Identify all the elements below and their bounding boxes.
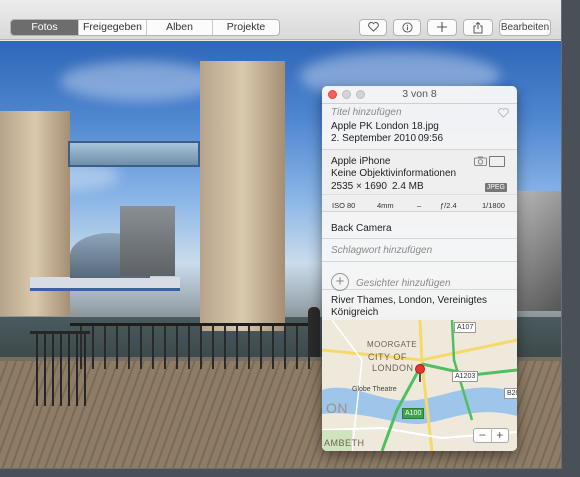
info-icon (401, 22, 413, 33)
camera-icon (474, 156, 487, 166)
view-segmented-control: Fotos Freigegeben Alben Projekte (10, 19, 280, 36)
info-panel: 3 von 8 Titel hinzufügen Apple PK London… (322, 86, 517, 451)
album-section: Back Camera (322, 217, 517, 239)
add-button[interactable] (427, 19, 457, 36)
map-label-on: ON (326, 400, 348, 416)
map-label-moorgate: MOORGATE (367, 340, 418, 349)
location-map[interactable]: MOORGATE CITY OF LONDON Globe Theatre ON… (322, 320, 517, 451)
road-badge-a1203: A1203 (452, 371, 479, 382)
minimize-button[interactable] (342, 90, 351, 99)
filename: Apple PK London 18.jpg (331, 121, 439, 132)
zoom-button[interactable] (356, 90, 365, 99)
plus-icon (437, 22, 447, 32)
tab-projekte[interactable]: Projekte (213, 20, 279, 35)
share-button[interactable] (463, 19, 493, 36)
map-label-globe-theatre: Globe Theatre (352, 386, 397, 393)
location-line-1: River Thames, London, Vereinigtes (331, 295, 488, 306)
exposure-value: – (417, 201, 422, 210)
keyword-input[interactable]: Schlagwort hinzufügen (331, 245, 432, 256)
capture-time: 09:56 (418, 133, 444, 144)
background-building (120, 206, 175, 276)
map-label-london: LONDON (372, 363, 414, 373)
camera-model: Apple iPhone (331, 156, 391, 167)
share-icon (473, 22, 483, 34)
road-badge-a107: A107 (454, 322, 477, 333)
photos-window: Fotos Freigegeben Alben Projekte Bearbei… (0, 0, 562, 469)
favorite-button[interactable] (359, 19, 387, 36)
file-size: 2.4 MB (392, 181, 424, 192)
person-silhouette (308, 307, 320, 357)
zoom-out-button[interactable]: − (474, 429, 492, 442)
location-line-2: Königreich (331, 307, 379, 318)
close-button[interactable] (328, 90, 337, 99)
shutter-speed: 1/1800 (482, 201, 505, 210)
info-button[interactable] (393, 19, 421, 36)
format-badge: JPEG (484, 183, 507, 192)
bridge-walkway (68, 141, 200, 167)
album-name: Back Camera (331, 223, 392, 234)
map-zoom-control: − + (473, 428, 509, 443)
bridge-tower-right (200, 61, 285, 331)
capture-date: 2. September 2010 (331, 133, 417, 144)
faces-input[interactable]: Gesichter hinzufügen (356, 278, 451, 289)
lens-info: Keine Objektivinformationen (331, 168, 457, 179)
edit-button[interactable]: Bearbeiten (499, 19, 551, 36)
photo-counter: 3 von 8 (402, 88, 437, 100)
focal-length: 4mm (377, 201, 394, 210)
heart-icon[interactable] (498, 108, 509, 118)
zoom-in-button[interactable]: + (492, 429, 509, 442)
location-pin-stick (419, 373, 421, 382)
heart-icon (367, 22, 379, 32)
map-label-city-of: CITY OF (368, 352, 407, 362)
title-section: Titel hinzufügen Apple PK London 18.jpg … (322, 104, 517, 150)
road-badge-b205: B205 (504, 388, 517, 399)
map-label-lambeth: AMBETH (324, 438, 365, 448)
road-badge-a100: A100 (402, 408, 425, 419)
chain-structure (515, 191, 561, 311)
dimensions: 2535 × 1690 (331, 181, 387, 192)
iso-value: ISO 80 (332, 201, 356, 210)
cloud (60, 61, 220, 101)
toolbar: Fotos Freigegeben Alben Projekte Bearbei… (0, 0, 561, 40)
tab-fotos[interactable]: Fotos (11, 20, 79, 35)
add-face-button[interactable]: + (331, 273, 349, 291)
tab-freigegeben[interactable]: Freigegeben (79, 20, 147, 35)
title-input[interactable]: Titel hinzufügen (331, 107, 402, 118)
gate (30, 331, 90, 406)
aspect-ratio-icon (489, 156, 505, 167)
bridge-deck (30, 277, 180, 291)
keyword-section: Schlagwort hinzufügen (322, 239, 517, 262)
info-panel-titlebar: 3 von 8 (322, 86, 517, 104)
aperture-value: ƒ/2.4 (440, 201, 457, 210)
tab-alben[interactable]: Alben (147, 20, 213, 35)
railing (70, 323, 320, 369)
